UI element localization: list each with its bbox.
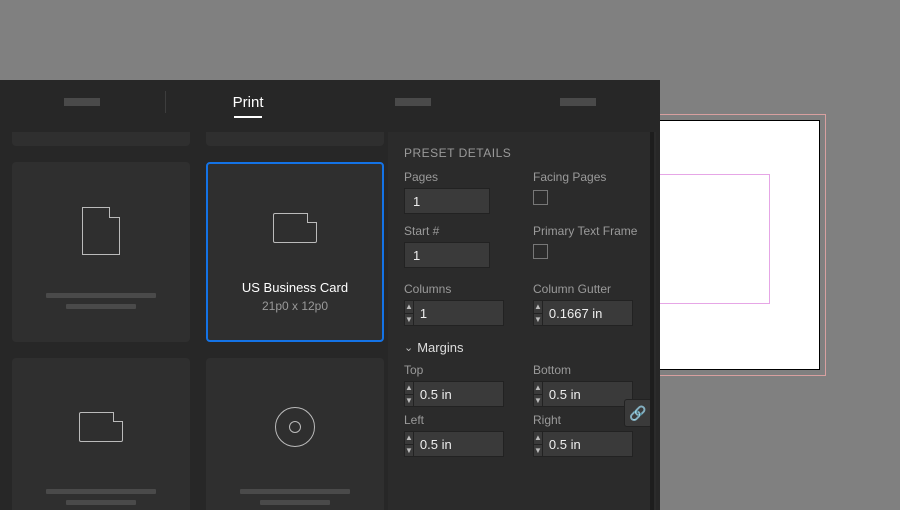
pages-input[interactable] [404,188,490,214]
margin-top-field: Top ▲▼ [404,363,511,407]
panel-header: PRESET DETAILS [404,146,640,160]
page-landscape-icon [273,213,317,243]
preset-grid: US Business Card 21p0 x 12p0 [0,152,388,510]
stepper-down-icon[interactable]: ▼ [534,395,542,407]
column-gutter-label: Column Gutter [533,282,640,296]
stepper-down-icon[interactable]: ▼ [405,314,413,326]
disc-icon [275,407,315,447]
stepper-up-icon[interactable]: ▲ [405,432,413,445]
margin-bottom-label: Bottom [533,363,640,377]
margins-label: Margins [417,340,463,355]
preset-details-panel: PRESET DETAILS Pages Facing Pages Start … [388,132,656,510]
link-icon: 🔗 [629,405,646,422]
tab-placeholder-1[interactable] [0,80,165,124]
margin-right-stepper[interactable]: ▲▼ [533,431,633,457]
page-landscape-icon [79,412,123,442]
tab-print[interactable]: Print [166,80,331,124]
preset-title: US Business Card [242,280,348,295]
facing-pages-checkbox[interactable] [533,190,548,205]
columns-stepper[interactable]: ▲ ▼ [404,300,504,326]
margins-grid: Top ▲▼ Bottom ▲▼ Left ▲▼ [404,363,640,457]
margin-left-field: Left ▲▼ [404,413,511,457]
tab-label: Print [233,94,264,111]
start-number-label: Start # [404,224,511,238]
preset-card[interactable] [12,162,190,342]
margin-right-input[interactable] [543,432,656,456]
margin-top-stepper[interactable]: ▲▼ [404,381,504,407]
primary-text-frame-label: Primary Text Frame [533,224,640,238]
chevron-down-icon: ⌄ [404,341,413,354]
tab-placeholder-3[interactable] [495,80,660,124]
page-portrait-icon [82,207,120,255]
column-gutter-field: Column Gutter ▲ ▼ [533,282,640,326]
columns-field: Columns ▲ ▼ [404,282,511,326]
tab-placeholder-2[interactable] [330,80,495,124]
margins-section-toggle[interactable]: ⌄ Margins [404,340,640,355]
stepper-up-icon[interactable]: ▲ [405,301,413,314]
new-document-dialog: Print US Business Card 21p0 x 12p0 [0,80,660,510]
stepper-up-icon[interactable]: ▲ [534,301,542,314]
facing-pages-field: Facing Pages [533,170,640,214]
canvas-margin-guide [650,174,770,304]
preset-subtitle: 21p0 x 12p0 [262,299,328,313]
stepper-down-icon[interactable]: ▼ [534,314,542,326]
stepper-down-icon[interactable]: ▼ [405,395,413,407]
stepper-up-icon[interactable]: ▲ [534,432,542,445]
stepper-down-icon[interactable]: ▼ [405,445,413,457]
facing-pages-label: Facing Pages [533,170,640,184]
margin-top-label: Top [404,363,511,377]
stepper-up-icon[interactable]: ▲ [534,382,542,395]
start-number-field: Start # [404,224,511,268]
pages-label: Pages [404,170,511,184]
category-tabs: Print [0,80,660,124]
margin-left-label: Left [404,413,511,427]
stepper-up-icon[interactable]: ▲ [405,382,413,395]
primary-text-frame-checkbox[interactable] [533,244,548,259]
column-gutter-stepper[interactable]: ▲ ▼ [533,300,633,326]
preset-card-us-business-card[interactable]: US Business Card 21p0 x 12p0 [206,162,384,342]
preset-card[interactable] [12,358,190,510]
margin-left-stepper[interactable]: ▲▼ [404,431,504,457]
stepper-down-icon[interactable]: ▼ [534,445,542,457]
link-margins-button[interactable]: 🔗 [624,399,652,427]
primary-text-frame-field: Primary Text Frame [533,224,640,268]
margin-bottom-stepper[interactable]: ▲▼ [533,381,633,407]
column-gutter-input[interactable] [543,301,656,325]
columns-label: Columns [404,282,511,296]
start-number-input[interactable] [404,242,490,268]
preset-card[interactable] [206,358,384,510]
preset-row-partial [12,132,384,146]
pages-field: Pages [404,170,511,214]
